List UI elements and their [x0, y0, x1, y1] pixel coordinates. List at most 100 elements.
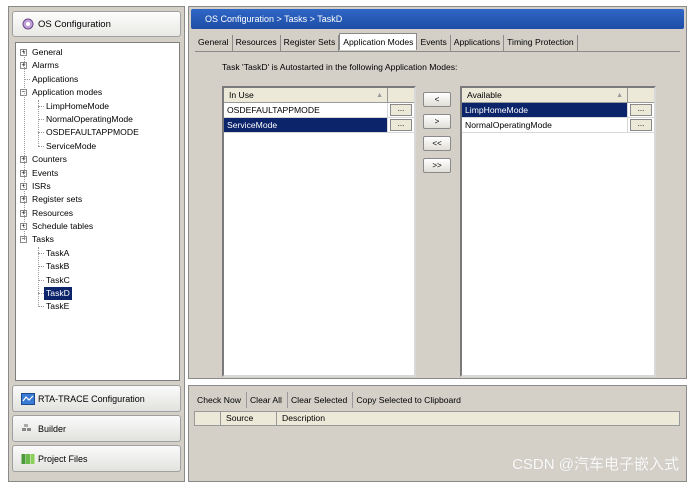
builder-icon: [21, 423, 35, 435]
tab-events[interactable]: Events: [417, 35, 451, 51]
tree-item-label: Counters: [32, 154, 67, 165]
builder-button[interactable]: Builder: [12, 415, 181, 442]
tree-item-taskd[interactable]: TaskD: [16, 287, 179, 301]
remove-selected-button[interactable]: >: [423, 114, 451, 129]
tree-guide-line: [24, 52, 25, 240]
tree-item-label: ServiceMode: [46, 140, 97, 151]
tree-item-servicemode[interactable]: ServiceMode: [16, 140, 179, 153]
mode-row-normaloperatingmode[interactable]: NormalOperatingMode...: [462, 118, 654, 133]
tree-item-label: TaskB: [46, 261, 70, 272]
available-button-column-header: [628, 88, 654, 102]
available-column-header[interactable]: Available ▲: [462, 88, 628, 102]
add-selected-button[interactable]: <: [423, 92, 451, 107]
mode-button-cell: ...: [388, 103, 414, 117]
check-column-description[interactable]: Description: [277, 412, 679, 425]
tab-applications[interactable]: Applications: [451, 35, 505, 51]
sort-arrow-icon: ▲: [376, 92, 383, 99]
tab-resources[interactable]: Resources: [233, 35, 281, 51]
tab-application-modes[interactable]: Application Modes: [339, 33, 418, 50]
os-configuration-title: OS Configuration: [38, 18, 111, 30]
check-now-button[interactable]: Check Now: [194, 392, 247, 408]
tree-item-osdefaultappmode[interactable]: OSDEFAULTAPPMODE: [16, 126, 179, 139]
tree-item-label: TaskA: [46, 247, 70, 258]
tree-item-resources[interactable]: + Resources: [16, 207, 179, 220]
in-use-grid[interactable]: In Use ▲ OSDEFAULTAPPMODE... ServiceMode.…: [222, 86, 416, 377]
clear-all-button[interactable]: Clear All: [247, 392, 288, 408]
tree-item-applications[interactable]: Applications: [16, 73, 179, 86]
mode-row-osdefaultappmode[interactable]: OSDEFAULTAPPMODE...: [224, 103, 414, 118]
clear-selected-button[interactable]: Clear Selected: [288, 392, 354, 408]
config-tree[interactable]: + General + Alarms Applications − Application …: [15, 42, 180, 381]
check-column-status[interactable]: [195, 412, 221, 425]
tree-guide-line: [38, 247, 39, 308]
autostart-description: Task 'TaskD' is Autostarted in the follo…: [222, 62, 458, 72]
nav-button-label: Builder: [38, 423, 67, 434]
tree-item-register-sets[interactable]: + Register sets: [16, 193, 179, 206]
tree-item-label: OSDEFAULTAPPMODE: [46, 127, 139, 138]
mode-name-cell[interactable]: ServiceMode: [224, 118, 388, 132]
move-buttons: < > << >>: [423, 92, 451, 180]
breadcrumb: OS Configuration > Tasks > TaskD: [191, 9, 684, 29]
tree-item-taskc[interactable]: TaskC: [16, 274, 179, 287]
check-column-source[interactable]: Source: [221, 412, 277, 425]
tree-item-label: Resources: [32, 207, 74, 218]
tree-item-schedule-tables[interactable]: + Schedule tables: [16, 220, 179, 233]
tree-item-general[interactable]: + General: [16, 46, 179, 59]
tree-item-label: TaskE: [46, 301, 70, 312]
tree-item-label: Events: [32, 167, 59, 178]
tree-item-application-modes[interactable]: − Application modes: [16, 86, 179, 99]
in-use-column-header[interactable]: In Use ▲: [224, 88, 388, 102]
tree-item-taskb[interactable]: TaskB: [16, 260, 179, 273]
tree-item-isrs[interactable]: + ISRs: [16, 180, 179, 193]
os-configuration-header[interactable]: OS Configuration: [12, 11, 181, 37]
ellipsis-button[interactable]: ...: [390, 104, 412, 116]
tree-item-label: Register sets: [32, 194, 83, 205]
mode-row-servicemode[interactable]: ServiceMode...: [224, 118, 414, 133]
tree-item-label: ISRs: [32, 180, 51, 191]
ellipsis-button[interactable]: ...: [390, 119, 412, 131]
tree-item-label: General: [32, 47, 63, 57]
tab-general[interactable]: General: [195, 35, 233, 51]
in-use-header-label: In Use: [229, 90, 254, 100]
tree-item-counters[interactable]: + Counters: [16, 153, 179, 166]
tree-item-taska[interactable]: TaskA: [16, 247, 179, 260]
navigator-pane: OS Configuration + General + Alarms Applicat…: [8, 6, 185, 482]
tab-timing-protection[interactable]: Timing Protection: [504, 35, 578, 51]
add-all-button[interactable]: <<: [423, 136, 451, 151]
project-files-button[interactable]: Project Files: [12, 445, 181, 472]
project-files-icon: [21, 453, 35, 465]
tree-item-label: TaskD: [44, 287, 72, 301]
tree-item-limphomemode[interactable]: LimpHomeMode: [16, 100, 179, 113]
trace-icon: [21, 392, 35, 405]
tree-item-alarms[interactable]: + Alarms: [16, 59, 179, 72]
tree-item-tasks[interactable]: − Tasks: [16, 233, 179, 246]
tree-item-normaloperatingmode[interactable]: NormalOperatingMode: [16, 113, 179, 126]
ellipsis-button[interactable]: ...: [630, 119, 652, 131]
nav-button-label: RTA-TRACE Configuration: [38, 393, 145, 404]
tree-item-events[interactable]: + Events: [16, 167, 179, 180]
check-results-header: Source Description: [194, 411, 680, 426]
mode-name-cell[interactable]: LimpHomeMode: [462, 103, 628, 117]
os-configuration-icon: [21, 17, 35, 31]
navigator-buttons: RTA-TRACE Configuration Builder Project Fi…: [12, 385, 181, 475]
mode-row-limphomemode[interactable]: LimpHomeMode...: [462, 103, 654, 118]
in-use-rows: OSDEFAULTAPPMODE... ServiceMode...: [224, 103, 414, 133]
mode-name-cell[interactable]: NormalOperatingMode: [462, 118, 628, 132]
remove-all-button[interactable]: >>: [423, 158, 451, 173]
tab-register-sets[interactable]: Register Sets: [281, 35, 340, 51]
available-grid[interactable]: Available ▲ LimpHomeMode... NormalOperati…: [460, 86, 656, 377]
tree-item-label: LimpHomeMode: [46, 100, 110, 111]
tree-item-label: Tasks: [32, 234, 54, 245]
application-modes-tab-body: Task 'TaskD' is Autostarted in the follo…: [195, 51, 680, 377]
mode-name-cell[interactable]: OSDEFAULTAPPMODE: [224, 103, 388, 117]
mode-button-cell: ...: [388, 118, 414, 132]
tree-item-label: Alarms: [32, 60, 59, 71]
check-toolbar: Check Now Clear All Clear Selected Copy Sel…: [194, 392, 466, 408]
copy-selected-to-clipboard-button[interactable]: Copy Selected to Clipboard: [353, 392, 466, 408]
available-header-label: Available: [467, 90, 502, 100]
watermark: CSDN @汽车电子嵌入式: [512, 456, 679, 473]
ellipsis-button[interactable]: ...: [630, 104, 652, 116]
tree-item-taske[interactable]: TaskE: [16, 300, 179, 313]
rta-trace-configuration-button[interactable]: RTA-TRACE Configuration: [12, 385, 181, 412]
sort-arrow-icon: ▲: [616, 92, 623, 99]
